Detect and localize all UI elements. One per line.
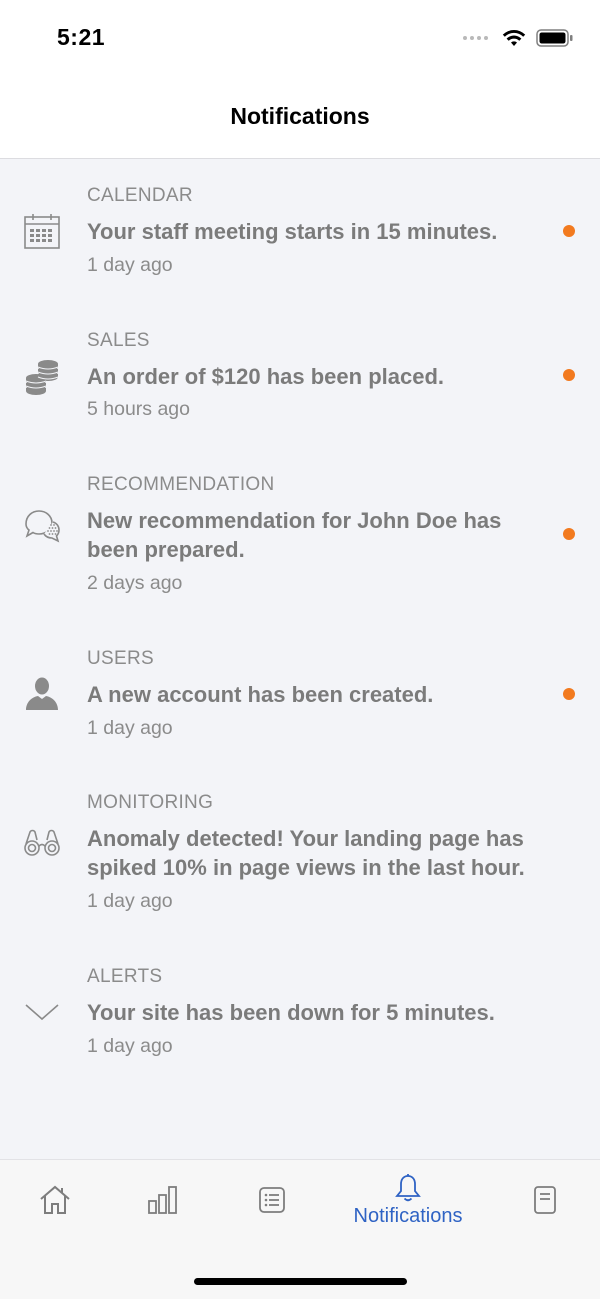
- chevron-down-icon: [25, 1004, 59, 1021]
- unread-dot: [563, 225, 575, 237]
- notification-message: Your staff meeting starts in 15 minutes.: [87, 219, 498, 244]
- home-icon: [40, 1185, 70, 1214]
- notification-time: 1 day ago: [87, 254, 173, 276]
- unread-dot: [563, 369, 575, 381]
- status-icons: [463, 26, 574, 50]
- notification-time: 2 days ago: [87, 572, 183, 594]
- notification-item-recommendation[interactable]: RECOMMENDATION New recommendation for Jo…: [0, 448, 600, 622]
- notification-message: An order of $120 has been placed.: [87, 364, 445, 389]
- binoculars-icon: [24, 829, 60, 856]
- tab-notifications[interactable]: Notifications: [330, 1160, 486, 1240]
- calendar-icon: [24, 214, 60, 249]
- notification-category: MONITORING: [87, 792, 214, 813]
- notification-item-users[interactable]: USERS A new account has been created. 1 …: [0, 622, 600, 766]
- notification-time: 1 day ago: [87, 717, 173, 739]
- unread-dot: [563, 528, 575, 540]
- document-icon: [534, 1186, 556, 1214]
- tab-label: Notifications: [353, 1204, 463, 1227]
- notification-message: Anomaly detected! Your landing page has …: [87, 826, 525, 880]
- tab-analytics[interactable]: [132, 1160, 194, 1240]
- notification-category: USERS: [87, 648, 154, 669]
- notification-time: 5 hours ago: [87, 398, 190, 420]
- coins-icon: [25, 360, 59, 395]
- navigation-bar: Notifications: [0, 78, 600, 159]
- notification-item-calendar[interactable]: CALENDAR Your staff meeting starts in 15…: [0, 159, 600, 304]
- tab-documents[interactable]: [514, 1160, 576, 1240]
- notification-category: ALERTS: [87, 966, 163, 987]
- notification-message: New recommendation for John Doe has been…: [87, 508, 502, 562]
- user-icon: [26, 677, 58, 710]
- bell-icon: [395, 1173, 421, 1201]
- notification-category: SALES: [87, 330, 150, 351]
- notification-time: 1 day ago: [87, 890, 173, 912]
- page-title: Notifications: [230, 102, 370, 129]
- home-indicator[interactable]: [194, 1278, 407, 1285]
- battery-icon: [536, 29, 573, 47]
- cellular-signal-icon: [463, 36, 488, 40]
- notification-item-sales[interactable]: SALES An order of $120 has been placed. …: [0, 304, 600, 448]
- notification-message: Your site has been down for 5 minutes.: [87, 1000, 495, 1025]
- tab-list[interactable]: [241, 1160, 303, 1240]
- notification-item-monitoring[interactable]: MONITORING Anomaly detected! Your landin…: [0, 766, 600, 940]
- bar-chart-icon: [148, 1186, 177, 1214]
- wifi-icon: [502, 30, 526, 46]
- unread-dot: [563, 688, 575, 700]
- notification-item-alerts[interactable]: ALERTS Your site has been down for 5 min…: [0, 940, 600, 1090]
- status-bar: 5:21: [0, 0, 600, 78]
- notification-message: A new account has been created.: [87, 682, 434, 707]
- tab-home[interactable]: [24, 1160, 86, 1240]
- notification-category: CALENDAR: [87, 185, 193, 206]
- chat-bubbles-icon: [25, 510, 60, 543]
- notification-category: RECOMMENDATION: [87, 474, 275, 495]
- notification-list: CALENDAR Your staff meeting starts in 15…: [0, 159, 600, 1090]
- list-icon: [259, 1187, 285, 1213]
- status-time: 5:21: [57, 24, 106, 50]
- notification-time: 1 day ago: [87, 1035, 173, 1057]
